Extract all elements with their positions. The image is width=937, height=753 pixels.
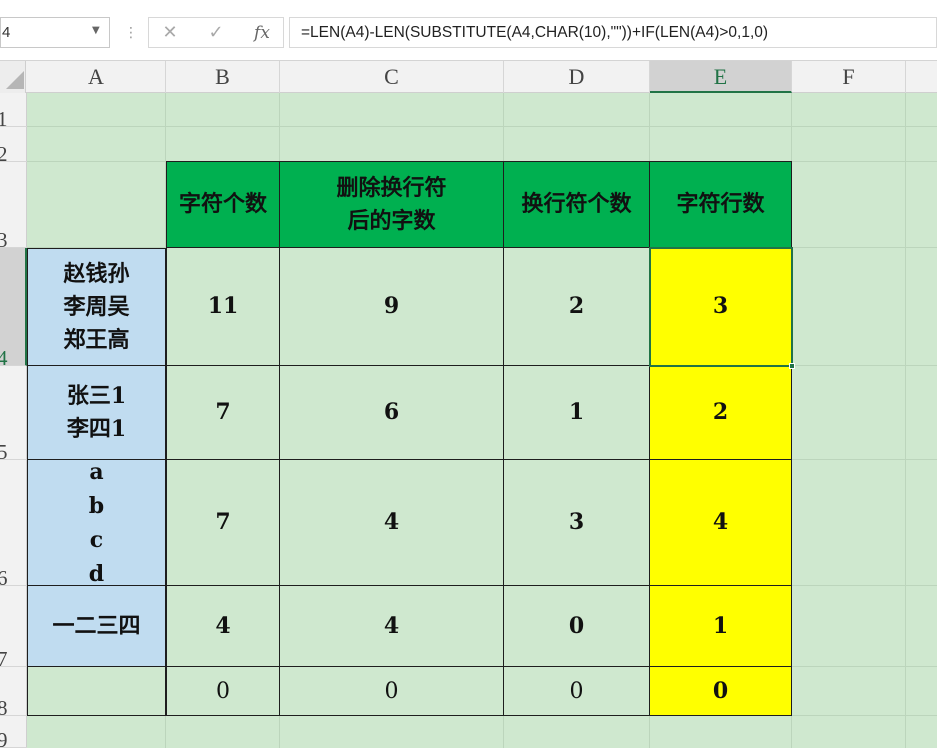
table-cell-a6[interactable]: a b c d (27, 459, 166, 587)
table-cell-c7[interactable]: 4 (280, 586, 504, 667)
table-cell-d5[interactable]: 1 (504, 366, 650, 460)
table-cell-d4[interactable]: 2 (504, 248, 650, 366)
header-cell-count-without-newlines[interactable]: 删除换行符 后的字数 (280, 161, 504, 248)
formula-buttons: ✕ ✓ fx (148, 17, 284, 48)
header-cell-line-count[interactable]: 字符行数 (650, 161, 792, 248)
drag-handle-icon[interactable]: ⋮ (124, 22, 138, 44)
chevron-down-icon[interactable]: ▼ (92, 25, 104, 39)
column-header-bar: A B C D E F (0, 61, 937, 93)
gridline (905, 93, 906, 748)
row-header-bar: 1 2 3 4 5 6 7 8 9 (0, 93, 27, 752)
cancel-icon[interactable]: ✕ (155, 22, 185, 44)
column-header-c[interactable]: C (280, 61, 504, 93)
column-header-d[interactable]: D (504, 61, 650, 93)
active-cell-selection[interactable] (649, 247, 793, 367)
table-cell-d8[interactable]: 0 (504, 667, 650, 716)
row-header-3[interactable]: 3 (0, 162, 27, 252)
row-header-4[interactable]: 4 (0, 248, 27, 370)
table-cell-e7[interactable]: 1 (650, 586, 792, 667)
table-cell-a4[interactable]: 赵钱孙 李周吴 郑王高 (27, 248, 166, 366)
gridline (27, 126, 937, 127)
table-cell-d7[interactable]: 0 (504, 586, 650, 667)
column-header-f[interactable]: F (792, 61, 906, 93)
enter-icon[interactable]: ✓ (201, 22, 231, 44)
column-header-b[interactable]: B (166, 61, 280, 93)
table-cell-e6[interactable]: 4 (650, 460, 792, 586)
formula-input[interactable]: =LEN(A4)-LEN(SUBSTITUTE(A4,CHAR(10),""))… (289, 17, 937, 48)
insert-function-icon[interactable]: fx (247, 22, 277, 44)
table-cell-c8[interactable]: 0 (280, 667, 504, 716)
table-cell-a7[interactable]: 一二三四 (27, 586, 166, 667)
header-cell-newline-count[interactable]: 换行符个数 (504, 161, 650, 248)
table-cell-b5[interactable]: 7 (166, 366, 280, 460)
row-header-5[interactable]: 5 (0, 366, 27, 464)
table-cell-b7[interactable]: 4 (166, 586, 280, 667)
table-cell-c6[interactable]: 4 (280, 460, 504, 586)
table-cell-c5[interactable]: 6 (280, 366, 504, 460)
column-header-e[interactable]: E (650, 61, 792, 93)
table-cell-d6[interactable]: 3 (504, 460, 650, 586)
table-cell-b8[interactable]: 0 (166, 667, 280, 716)
row-header-6[interactable]: 6 (0, 460, 27, 590)
header-cell-char-count[interactable]: 字符个数 (166, 161, 280, 248)
table-cell-a8[interactable] (27, 667, 166, 716)
table-cell-b4[interactable]: 11 (166, 248, 280, 366)
row-header-7[interactable]: 7 (0, 586, 27, 671)
row-header-9[interactable]: 9 (0, 716, 27, 752)
row-header-1[interactable]: 1 (0, 93, 27, 131)
fill-handle[interactable] (789, 363, 795, 369)
column-header-a[interactable]: A (27, 61, 166, 93)
table-cell-e8[interactable]: 0 (650, 667, 792, 716)
table-cell-a5[interactable]: 张三1 李四1 (27, 366, 166, 460)
row-header-8[interactable]: 8 (0, 667, 27, 720)
row-header-2[interactable]: 2 (0, 127, 27, 166)
table-cell-b6[interactable]: 7 (166, 460, 280, 586)
table-cell-e5[interactable]: 2 (650, 366, 792, 460)
select-all-icon (6, 71, 24, 89)
table-cell-c4[interactable]: 9 (280, 248, 504, 366)
